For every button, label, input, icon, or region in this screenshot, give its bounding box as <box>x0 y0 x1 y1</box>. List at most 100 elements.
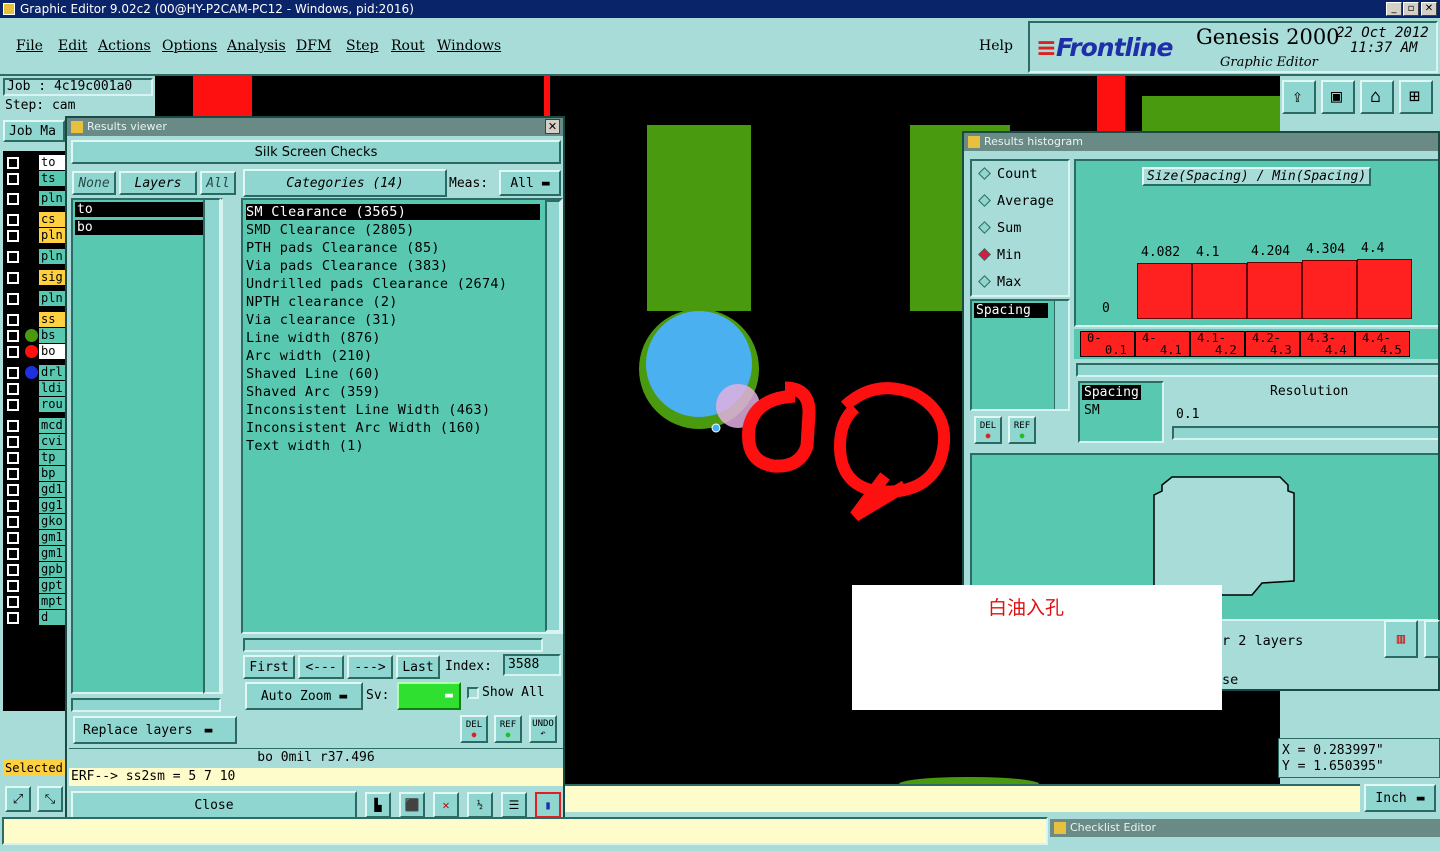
layer-checkbox[interactable] <box>7 612 19 624</box>
layer-row[interactable]: gm1 <box>3 530 65 545</box>
show-all-checkbox[interactable] <box>467 687 479 699</box>
layer-checkbox[interactable] <box>7 596 19 608</box>
checklist-editor-titlebar[interactable]: Checklist Editor <box>1050 819 1440 837</box>
category-item[interactable]: Text width (1) <box>246 438 364 454</box>
layer-checkbox[interactable] <box>7 173 19 185</box>
layer-name[interactable]: pln <box>39 249 65 264</box>
layer-name[interactable]: cvi <box>39 434 65 449</box>
half-icon-button[interactable]: ½ <box>467 792 493 818</box>
layer-row[interactable]: cvi <box>3 434 65 449</box>
categories-scrollbar-v[interactable] <box>545 200 561 632</box>
layer-name[interactable]: ts <box>39 171 65 186</box>
first-button[interactable]: First <box>243 655 295 679</box>
layer-checkbox[interactable] <box>7 367 19 379</box>
layer-name[interactable]: d <box>39 610 65 625</box>
del-button[interactable]: DEL ● <box>460 715 488 743</box>
layer-checkbox[interactable] <box>7 580 19 592</box>
minimize-button[interactable]: _ <box>1386 2 1402 16</box>
layer-name[interactable]: gpt <box>39 578 65 593</box>
layer-row[interactable]: gd1 <box>3 482 65 497</box>
layer-list[interactable]: to ts pln cs pln pln sig pln ss bs bo drl ldi rou mcd c… <box>3 151 65 711</box>
layer-checkbox[interactable] <box>7 420 19 432</box>
layer-name[interactable]: bs <box>39 328 65 343</box>
layer-name[interactable]: bp <box>39 466 65 481</box>
layer-name[interactable]: rou <box>39 397 65 412</box>
meas-select[interactable]: All ▬ <box>499 170 561 196</box>
layer-row[interactable]: sig <box>3 270 65 285</box>
layer-row[interactable]: gko <box>3 514 65 529</box>
tool-measure-button[interactable]: ⤡ <box>37 786 63 812</box>
category-item[interactable]: PTH pads Clearance (85) <box>246 240 440 256</box>
layer-row[interactable]: rou <box>3 397 65 412</box>
category-item[interactable]: Line width (876) <box>246 330 381 346</box>
layer-name[interactable]: pln <box>39 228 65 243</box>
layer-checkbox[interactable] <box>7 272 19 284</box>
hist-ref-button[interactable]: REF ● <box>1008 416 1036 444</box>
layer-checkbox[interactable] <box>7 230 19 242</box>
tool-zoom-button[interactable]: ⤢ <box>5 786 31 812</box>
mode-min[interactable]: Min <box>978 247 1021 263</box>
layer-name[interactable]: gm1 <box>39 530 65 545</box>
ref-button[interactable]: REF ● <box>494 715 522 743</box>
layer-name[interactable]: gd1 <box>39 482 65 497</box>
layer-item-to[interactable]: to <box>75 202 219 217</box>
layer-row[interactable]: gg1 <box>3 498 65 513</box>
layer-row[interactable]: pln <box>3 228 65 243</box>
menu-actions[interactable]: Actions <box>98 38 151 54</box>
menu-dfm[interactable]: DFM <box>296 38 331 54</box>
layer-checkbox[interactable] <box>7 436 19 448</box>
layer-name[interactable]: gpb <box>39 562 65 577</box>
replace-layers-menu[interactable]: Replace layers ▬ <box>73 716 237 744</box>
hist-side-button-1[interactable]: ▥ <box>1384 620 1418 658</box>
layer-row[interactable]: tp <box>3 450 65 465</box>
category-item[interactable]: Arc width (210) <box>246 348 372 364</box>
layer-checkbox[interactable] <box>7 314 19 326</box>
layer-name[interactable]: ss <box>39 312 65 327</box>
category-item[interactable]: NPTH clearance (2) <box>246 294 398 310</box>
category-item[interactable]: Shaved Line (60) <box>246 366 381 382</box>
layers-list[interactable]: to bo <box>71 198 223 694</box>
layer-checkbox[interactable] <box>7 157 19 169</box>
close-window-button[interactable]: ✕ <box>1421 2 1437 16</box>
menu-options[interactable]: Options <box>162 38 217 54</box>
layer-row[interactable]: drl <box>3 365 65 380</box>
layer-name[interactable]: gko <box>39 514 65 529</box>
none-button[interactable]: None <box>72 171 116 195</box>
categories-button[interactable]: Categories (14) <box>243 169 447 197</box>
layer-row[interactable]: cs <box>3 212 65 227</box>
layer-name[interactable]: pln <box>39 191 65 206</box>
menu-edit[interactable]: Edit <box>58 38 87 54</box>
layer-checkbox[interactable] <box>7 251 19 263</box>
monitor-icon-button[interactable]: ▣ <box>1321 80 1355 114</box>
layer-checkbox[interactable] <box>7 399 19 411</box>
layer-row[interactable]: mpt <box>3 594 65 609</box>
categories-scrollbar-h[interactable] <box>243 638 543 652</box>
menu-help[interactable]: Help <box>979 38 1013 54</box>
results-viewer-close-icon[interactable]: ✕ <box>545 119 560 134</box>
category-item[interactable]: Inconsistent Line Width (463) <box>246 402 490 418</box>
menu-file[interactable]: File <box>16 38 43 54</box>
prev-button[interactable]: <--- <box>298 655 344 679</box>
category-item[interactable]: Shaved Arc (359) <box>246 384 381 400</box>
layer-name[interactable]: to <box>39 155 65 170</box>
mode-max[interactable]: Max <box>978 274 1021 290</box>
layer-name[interactable]: drl <box>39 365 65 380</box>
layer-checkbox[interactable] <box>7 330 19 342</box>
maximize-button[interactable]: ▫ <box>1403 2 1419 16</box>
layer-checkbox[interactable] <box>7 500 19 512</box>
mode-average[interactable]: Average <box>978 193 1054 209</box>
layer-checkbox[interactable] <box>7 383 19 395</box>
all-button[interactable]: All <box>200 171 236 195</box>
sv-color-select[interactable]: ▬ <box>397 682 461 710</box>
menu-rout[interactable]: Rout <box>391 38 425 54</box>
category-item[interactable]: SM Clearance (3565) <box>246 204 540 220</box>
layer-checkbox[interactable] <box>7 516 19 528</box>
grid-icon-button[interactable]: ⊞ <box>1399 80 1433 114</box>
layer-name[interactable]: sig <box>39 270 65 285</box>
layer-checkbox[interactable] <box>7 193 19 205</box>
menu-windows[interactable]: Windows <box>437 38 501 54</box>
next-button[interactable]: ---> <box>347 655 393 679</box>
mode-sum[interactable]: Sum <box>978 220 1021 236</box>
category-item[interactable]: SMD Clearance (2805) <box>246 222 415 238</box>
layer-name[interactable]: pln <box>39 291 65 306</box>
